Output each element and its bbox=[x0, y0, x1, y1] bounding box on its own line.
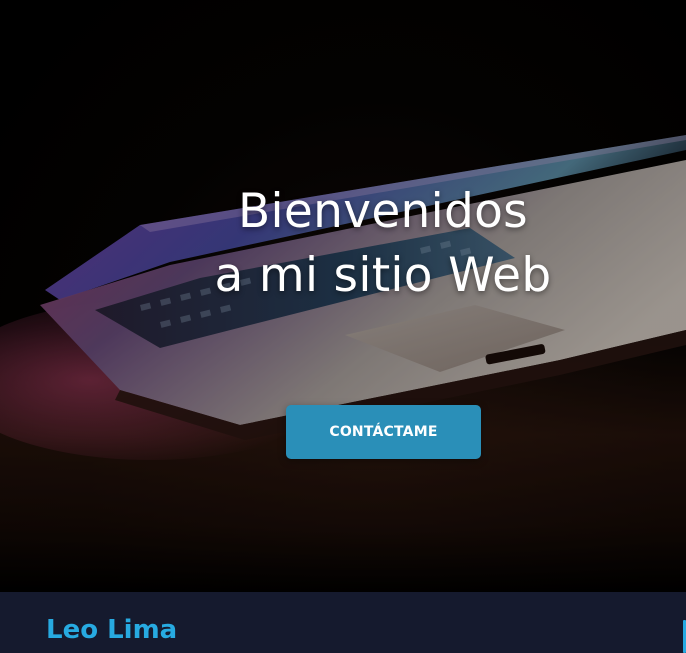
hero-section: Bienvenidos a mi sitio Web CONTÁCTAME bbox=[0, 0, 686, 592]
hero-title: Bienvenidos a mi sitio Web bbox=[0, 180, 686, 308]
contact-button[interactable]: CONTÁCTAME bbox=[286, 405, 481, 459]
hero-title-line2: a mi sitio Web bbox=[214, 248, 552, 303]
navbar: Leo Lima bbox=[0, 592, 686, 653]
hero-title-line1: Bienvenidos bbox=[238, 184, 528, 239]
brand-logo[interactable]: Leo Lima bbox=[46, 614, 177, 646]
